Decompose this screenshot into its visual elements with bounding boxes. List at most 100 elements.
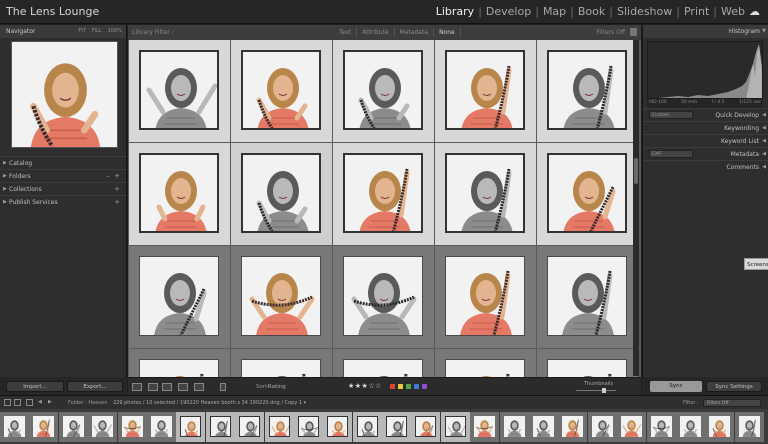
photo-thumbnail[interactable]: [547, 153, 627, 233]
grid-cell[interactable]: [231, 246, 332, 348]
photo-thumbnail[interactable]: [343, 256, 423, 336]
grid-cell[interactable]: [537, 143, 638, 245]
cloud-icon[interactable]: ☁: [747, 5, 762, 18]
slider-knob[interactable]: [602, 388, 606, 393]
selection-info[interactable]: 229 photos / 10 selected / 190220 Heaven…: [113, 400, 306, 406]
filmstrip-thumbnail[interactable]: [529, 412, 559, 442]
filmstrip-thumbnail[interactable]: [235, 412, 265, 442]
photo-thumbnail[interactable]: [241, 359, 321, 377]
minus-icon[interactable]: –: [107, 172, 111, 180]
filmstrip-filter-select[interactable]: Filters Off: [703, 399, 761, 407]
photo-thumbnail[interactable]: [445, 50, 525, 130]
filmstrip-thumbnail[interactable]: [146, 412, 176, 442]
filmstrip-thumbnail[interactable]: [558, 412, 588, 442]
filmstrip-thumbnail[interactable]: [293, 412, 323, 442]
grid-cell[interactable]: [537, 349, 638, 377]
grid-cell[interactable]: [435, 143, 536, 245]
panel-keyword-list[interactable]: Keyword List ◀: [643, 134, 768, 147]
color-label-swatch[interactable]: [398, 384, 403, 389]
thumbnail-size-slider[interactable]: [576, 390, 616, 391]
panel-publish-services[interactable]: ▶ Publish Services +: [0, 195, 126, 208]
panel-quick-develop[interactable]: Custom Quick Develop ◀: [643, 108, 768, 121]
filters-off-select[interactable]: Filters Off: [596, 29, 625, 36]
panel-metadata[interactable]: EXIF Metadata ◀: [643, 147, 768, 160]
compare-view-icon[interactable]: [162, 383, 172, 391]
grid-view-icon[interactable]: [132, 383, 142, 391]
module-web[interactable]: Web: [719, 5, 747, 18]
histogram-header[interactable]: Histogram ▼: [643, 25, 768, 38]
photo-thumbnail[interactable]: [241, 50, 321, 130]
grid-cell[interactable]: [129, 246, 230, 348]
module-slideshow[interactable]: Slideshow: [615, 5, 674, 18]
sync-settings-button[interactable]: Sync Settings: [706, 381, 762, 392]
grid-cell[interactable]: [129, 143, 230, 245]
module-develop[interactable]: Develop: [484, 5, 533, 18]
grid-cell[interactable]: [435, 40, 536, 142]
filmstrip-thumbnail[interactable]: [264, 412, 294, 442]
photo-thumbnail[interactable]: [547, 359, 627, 377]
lock-icon[interactable]: [630, 28, 637, 36]
filmstrip-thumbnail[interactable]: [734, 412, 764, 442]
back-arrow-icon[interactable]: ◀: [38, 399, 45, 406]
color-label-swatch[interactable]: [422, 384, 427, 389]
photo-thumbnail[interactable]: [547, 50, 627, 130]
loupe-view-icon[interactable]: [148, 383, 158, 391]
photo-thumbnail[interactable]: [139, 153, 219, 233]
navigator-header[interactable]: Navigator FIT FILL 100%: [0, 25, 126, 38]
sync-button[interactable]: Sync: [650, 381, 702, 392]
panel-keywording[interactable]: Keywording ◀: [643, 121, 768, 134]
preset-select[interactable]: EXIF: [649, 150, 693, 158]
second-window-icon[interactable]: [14, 399, 21, 406]
add-icon[interactable]: +: [114, 198, 120, 206]
grid-cell[interactable]: [333, 40, 434, 142]
photo-thumbnail[interactable]: [445, 153, 525, 233]
grid-cell[interactable]: [333, 246, 434, 348]
grid-cell[interactable]: [333, 143, 434, 245]
rating-stars[interactable]: ★★★☆☆: [348, 382, 382, 390]
filmstrip-thumbnail[interactable]: [205, 412, 235, 442]
color-label-swatch[interactable]: [414, 384, 419, 389]
grid-cell[interactable]: [435, 349, 536, 377]
color-label-swatch[interactable]: [390, 384, 395, 389]
panel-catalog[interactable]: ▶ Catalog: [0, 156, 126, 169]
filmstrip-thumbnail[interactable]: [0, 412, 29, 442]
filmstrip-thumbnail[interactable]: [470, 412, 500, 442]
photo-thumbnail[interactable]: [547, 256, 627, 336]
scrollbar-thumb[interactable]: [634, 158, 638, 184]
filmstrip-thumbnail[interactable]: [352, 412, 382, 442]
module-print[interactable]: Print: [682, 5, 711, 18]
filmstrip-thumbnail[interactable]: [29, 412, 59, 442]
grid-cell[interactable]: [537, 40, 638, 142]
module-library[interactable]: Library: [434, 5, 476, 18]
photo-thumbnail[interactable]: [343, 50, 423, 130]
grid-cell[interactable]: [231, 143, 332, 245]
filter-tab-attribute[interactable]: Attribute: [357, 28, 395, 37]
grid-cell[interactable]: [435, 246, 536, 348]
grid-cell[interactable]: [333, 349, 434, 377]
painter-icon[interactable]: [220, 383, 226, 391]
forward-arrow-icon[interactable]: ▶: [48, 399, 55, 406]
filter-tab-none[interactable]: None: [434, 28, 461, 37]
color-label-swatch[interactable]: [406, 384, 411, 389]
filmstrip-thumbnail[interactable]: [117, 412, 147, 442]
zoom-option-fill[interactable]: FILL: [92, 28, 102, 34]
photo-thumbnail[interactable]: [139, 256, 219, 336]
add-icon[interactable]: +: [114, 185, 120, 193]
grid-cell[interactable]: [537, 246, 638, 348]
filmstrip-thumbnail[interactable]: [646, 412, 676, 442]
photo-thumbnail[interactable]: [343, 153, 423, 233]
module-map[interactable]: Map: [541, 5, 568, 18]
filmstrip-thumbnail[interactable]: [88, 412, 118, 442]
zoom-option-fit[interactable]: FIT: [78, 28, 85, 34]
folder-path[interactable]: Folder : Heaven: [68, 400, 107, 406]
photo-thumbnail[interactable]: [139, 359, 219, 377]
grid-cell[interactable]: [231, 40, 332, 142]
zoom-option-100[interactable]: 100%: [108, 28, 122, 34]
photo-thumbnail[interactable]: [343, 359, 423, 377]
add-icon[interactable]: +: [114, 172, 120, 180]
photo-thumbnail[interactable]: [445, 256, 525, 336]
survey-view-icon[interactable]: [178, 383, 188, 391]
grid-scrollbar[interactable]: [633, 40, 639, 376]
panel-collections[interactable]: ▶ Collections +: [0, 182, 126, 195]
navigator-preview[interactable]: [11, 41, 118, 148]
